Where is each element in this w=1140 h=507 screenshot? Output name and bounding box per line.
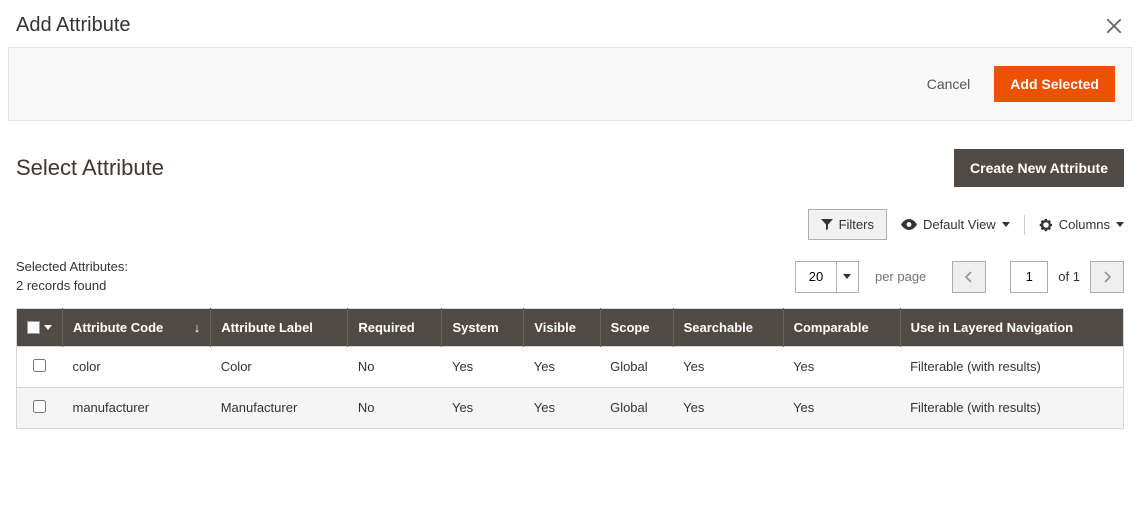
cell-label: Color — [211, 346, 348, 387]
select-all-header[interactable] — [17, 308, 63, 346]
per-page-label: per page — [875, 269, 926, 284]
cell-code: color — [63, 346, 211, 387]
table-row[interactable]: manufacturerManufacturerNoYesYesGlobalYe… — [17, 387, 1124, 428]
cell-system: Yes — [442, 387, 524, 428]
cell-required: No — [348, 387, 442, 428]
create-new-attribute-button[interactable]: Create New Attribute — [954, 149, 1124, 187]
caret-down-icon — [1002, 222, 1010, 227]
of-label: of 1 — [1058, 269, 1080, 284]
records-found-label: 2 records found — [16, 277, 128, 296]
eye-icon — [901, 219, 917, 230]
row-checkbox[interactable] — [33, 359, 46, 372]
col-attribute-label[interactable]: Attribute Label — [211, 308, 348, 346]
cell-searchable: Yes — [673, 387, 783, 428]
page-size-input[interactable] — [795, 261, 837, 293]
cell-visible: Yes — [524, 387, 600, 428]
cell-label: Manufacturer — [211, 387, 348, 428]
cell-searchable: Yes — [673, 346, 783, 387]
cancel-button[interactable]: Cancel — [921, 68, 977, 100]
cell-scope: Global — [600, 387, 673, 428]
col-layered-nav[interactable]: Use in Layered Navigation — [900, 308, 1123, 346]
add-selected-button[interactable]: Add Selected — [994, 66, 1115, 102]
close-icon[interactable] — [1104, 16, 1124, 36]
page-size-dropdown-button[interactable] — [837, 261, 859, 293]
filters-label: Filters — [839, 217, 874, 232]
cell-system: Yes — [442, 346, 524, 387]
next-page-button[interactable] — [1090, 261, 1124, 293]
grid-toolbar: Filters Default View Columns — [0, 203, 1140, 254]
attributes-table: Attribute Code ↓ Attribute Label Require… — [16, 308, 1124, 429]
cell-comparable: Yes — [783, 346, 900, 387]
cell-scope: Global — [600, 346, 673, 387]
section-title: Select Attribute — [16, 155, 164, 181]
columns-button[interactable]: Columns — [1039, 217, 1124, 232]
col-scope[interactable]: Scope — [600, 308, 673, 346]
select-all-checkbox[interactable] — [27, 321, 40, 334]
cell-code: manufacturer — [63, 387, 211, 428]
selected-attributes-label: Selected Attributes: — [16, 258, 128, 277]
pager: per page of 1 — [795, 261, 1124, 293]
caret-down-icon — [44, 325, 52, 330]
page-number-input[interactable] — [1010, 261, 1048, 293]
default-view-label: Default View — [923, 217, 996, 232]
filter-icon — [821, 219, 833, 230]
prev-page-button[interactable] — [952, 261, 986, 293]
action-bar: Cancel Add Selected — [8, 47, 1132, 121]
caret-down-icon — [843, 274, 851, 279]
cell-required: No — [348, 346, 442, 387]
table-row[interactable]: colorColorNoYesYesGlobalYesYesFilterable… — [17, 346, 1124, 387]
col-visible[interactable]: Visible — [524, 308, 600, 346]
cell-comparable: Yes — [783, 387, 900, 428]
gear-icon — [1039, 218, 1053, 232]
modal-title: Add Attribute — [16, 14, 131, 37]
col-required[interactable]: Required — [348, 308, 442, 346]
divider — [1024, 215, 1025, 235]
status-text: Selected Attributes: 2 records found — [16, 258, 128, 296]
default-view-button[interactable]: Default View — [901, 217, 1010, 232]
col-attribute-code[interactable]: Attribute Code ↓ — [63, 308, 211, 346]
col-system[interactable]: System — [442, 308, 524, 346]
sort-icon: ↓ — [194, 320, 201, 335]
cell-layered: Filterable (with results) — [900, 387, 1123, 428]
col-searchable[interactable]: Searchable — [673, 308, 783, 346]
cell-layered: Filterable (with results) — [900, 346, 1123, 387]
filters-button[interactable]: Filters — [808, 209, 887, 240]
caret-down-icon — [1116, 222, 1124, 227]
col-comparable[interactable]: Comparable — [783, 308, 900, 346]
cell-visible: Yes — [524, 346, 600, 387]
columns-label: Columns — [1059, 217, 1110, 232]
row-checkbox[interactable] — [33, 400, 46, 413]
